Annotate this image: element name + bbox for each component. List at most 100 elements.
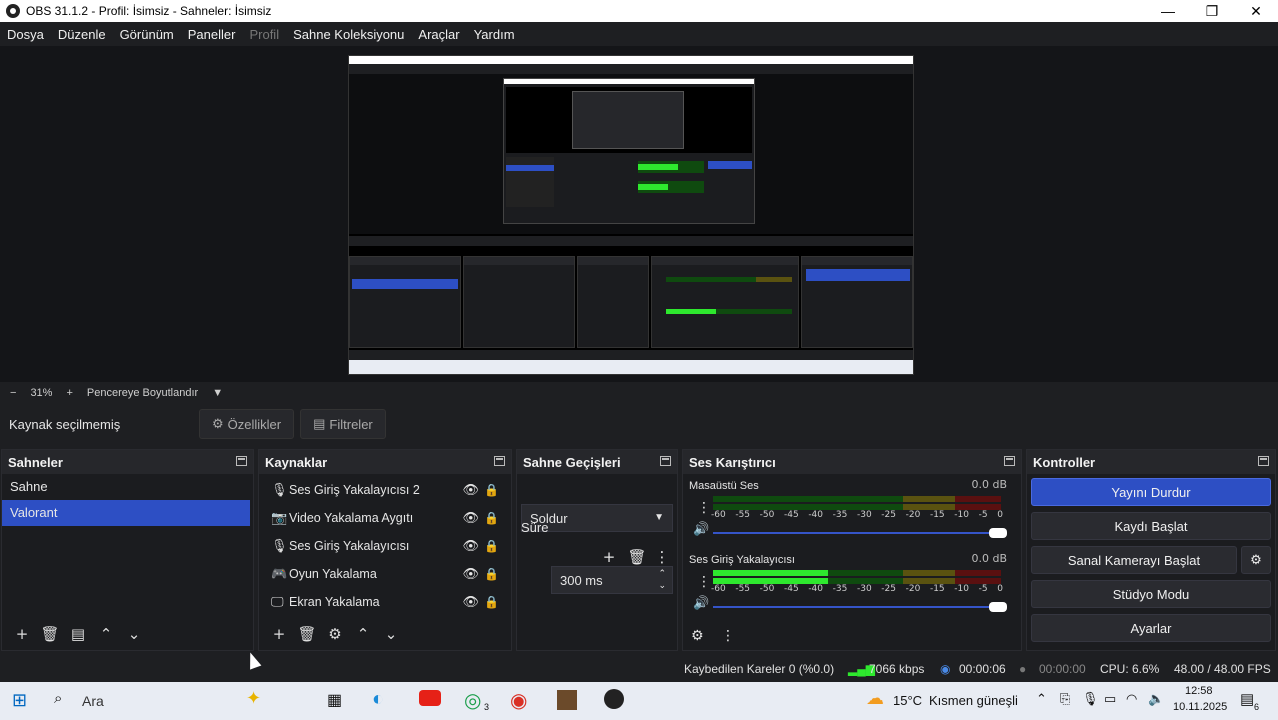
undock-icon[interactable] (660, 456, 671, 466)
windows-start-icon[interactable]: ⊞ (12, 690, 27, 711)
chrome-icon[interactable]: ◉ (510, 688, 527, 713)
source-item[interactable]: 🎙 Ses Giriş Yakalayıcısı 2 👁 🔒 (259, 476, 511, 504)
speaker-icon[interactable]: 🔊 (693, 522, 709, 537)
search-icon[interactable]: ⌕ (54, 690, 62, 707)
zoom-in-button[interactable]: + (66, 387, 72, 399)
move-up-icon[interactable]: ⌃ (349, 625, 377, 643)
source-item[interactable]: 🎙 Ses Giriş Yakalayıcısı 👁 🔒 (259, 532, 511, 560)
speaker-icon[interactable]: 🔊 (693, 596, 709, 611)
menu-profile[interactable]: Profil (249, 27, 279, 42)
edge-icon[interactable]: ◐ (372, 688, 384, 711)
move-up-icon[interactable]: ⌃ (92, 625, 120, 643)
add-transition-icon[interactable]: + (595, 548, 623, 566)
meter-tick-label: -25 (881, 584, 896, 594)
scene-item-sahne[interactable]: Sahne (2, 474, 253, 500)
filters-button[interactable]: ▤ Filtreler (300, 409, 386, 439)
menu-docks[interactable]: Paneller (188, 27, 236, 42)
gamepad-icon: 🎮 (271, 566, 288, 581)
move-down-icon[interactable]: ⌄ (377, 625, 405, 643)
volume-slider[interactable] (713, 528, 1007, 538)
weather-icon[interactable]: ☁ (866, 688, 884, 709)
stepper-down-icon[interactable]: ⌄ (658, 580, 666, 591)
zoom-out-button[interactable]: − (10, 387, 16, 399)
minimize-button[interactable]: — (1146, 3, 1190, 20)
restore-button[interactable]: ❐ (1190, 3, 1234, 20)
microphone-tray-icon[interactable]: 🎙 (1082, 691, 1099, 707)
meter-tick-label: -5 (978, 510, 988, 520)
stepper-up-icon[interactable]: ⌃ (658, 568, 666, 579)
notification-icon[interactable]: ▤ (1240, 690, 1254, 708)
studio-mode-button[interactable]: Stüdyo Modu (1031, 580, 1271, 608)
transition-menu-icon[interactable]: ⋮ (651, 548, 673, 566)
properties-button[interactable]: ⚙ Özellikler (199, 409, 295, 439)
undock-icon[interactable] (236, 456, 247, 466)
fps: 48.00 / 48.00 FPS (1174, 662, 1271, 676)
title-bar: OBS 31.1.2 - Profil: İsimsiz - Sahneler:… (0, 0, 1278, 22)
remove-source-icon[interactable]: 🗑 (293, 625, 321, 643)
start-record-button[interactable]: Kaydı Başlat (1031, 512, 1271, 540)
lock-icon[interactable]: 🔒 (484, 483, 499, 497)
lock-icon[interactable]: 🔒 (484, 567, 499, 581)
whatsapp-icon[interactable]: ◎ (464, 688, 481, 713)
clock-time[interactable]: 12:58 (1185, 685, 1213, 697)
lock-icon[interactable]: 🔒 (484, 595, 499, 609)
duration-stepper[interactable]: 300 ms ⌃ ⌄ (551, 566, 673, 594)
menu-view[interactable]: Görünüm (120, 27, 174, 42)
eye-icon[interactable]: 👁 (462, 482, 479, 498)
clock-date[interactable]: 10.11.2025 (1173, 701, 1227, 713)
menu-help[interactable]: Yardım (474, 27, 515, 42)
youtube-icon[interactable] (419, 690, 441, 706)
source-item[interactable]: 📷 Video Yakalama Aygıtı 👁 🔒 (259, 504, 511, 532)
menu-scene-collection[interactable]: Sahne Koleksiyonu (293, 27, 404, 42)
lock-icon[interactable]: 🔒 (484, 539, 499, 553)
mixer-menu-icon[interactable]: ⋮ (721, 628, 741, 644)
obs-logo-icon (6, 4, 20, 18)
minecraft-icon[interactable] (557, 690, 577, 710)
volume-tray-icon[interactable]: 🔈 (1148, 691, 1164, 707)
source-item[interactable]: 🖵 Ekran Yakalama 👁 🔒 (259, 588, 511, 616)
channel-menu-icon[interactable]: ⋮ (697, 500, 711, 516)
meter-tick-label: -30 (856, 584, 872, 594)
wifi-icon[interactable]: ◠ (1126, 691, 1137, 707)
menu-file[interactable]: Dosya (7, 27, 44, 42)
add-scene-icon[interactable]: + (8, 625, 36, 643)
volume-slider-knob[interactable] (989, 602, 1007, 612)
scene-filters-icon[interactable]: ▤ (64, 625, 92, 643)
obs-taskbar-icon[interactable] (604, 689, 624, 709)
zoom-mode[interactable]: Pencereye Boyutlandır (87, 387, 198, 399)
preview-canvas[interactable] (348, 55, 914, 375)
undock-icon[interactable] (1258, 456, 1269, 466)
copilot-sparkle-icon[interactable]: ✦ (246, 688, 261, 709)
eye-icon[interactable]: 👁 (462, 566, 479, 582)
tray-app-icon[interactable]: ⎘ (1060, 691, 1070, 707)
eye-icon[interactable]: 👁 (462, 510, 479, 526)
zoom-dropdown-icon[interactable]: ▼ (212, 387, 223, 399)
undock-icon[interactable] (494, 456, 505, 466)
settings-button[interactable]: Ayarlar (1031, 614, 1271, 642)
menu-tools[interactable]: Araçlar (418, 27, 459, 42)
task-view-icon[interactable]: ▦ (327, 690, 342, 710)
remove-scene-icon[interactable]: 🗑 (36, 625, 64, 643)
advanced-audio-icon[interactable]: ⚙ (691, 628, 721, 644)
close-button[interactable]: ✕ (1234, 3, 1278, 20)
menu-edit[interactable]: Düzenle (58, 27, 106, 42)
volume-slider-knob[interactable] (989, 528, 1007, 538)
source-properties-icon[interactable]: ⚙ (321, 625, 349, 643)
eye-icon[interactable]: 👁 (462, 594, 479, 610)
eye-icon[interactable]: 👁 (462, 538, 479, 554)
source-item[interactable]: 🎮 Oyun Yakalama 👁 🔒 (259, 560, 511, 588)
add-source-icon[interactable]: + (265, 625, 293, 643)
taskbar-search-text[interactable]: Ara (82, 693, 104, 709)
undock-icon[interactable] (1004, 456, 1015, 466)
remove-transition-icon[interactable]: 🗑 (623, 548, 651, 566)
channel-menu-icon[interactable]: ⋮ (697, 574, 711, 590)
volume-slider[interactable] (713, 602, 1007, 612)
stop-stream-button[interactable]: Yayını Durdur (1031, 478, 1271, 506)
scene-item-valorant[interactable]: Valorant (2, 500, 250, 526)
tray-chevron-up-icon[interactable]: ⌃ (1036, 691, 1047, 707)
battery-icon[interactable]: ▭ (1104, 691, 1116, 707)
start-virtualcam-button[interactable]: Sanal Kamerayı Başlat (1031, 546, 1237, 574)
virtualcam-settings-gear-icon[interactable]: ⚙ (1241, 546, 1271, 574)
lock-icon[interactable]: 🔒 (484, 511, 499, 525)
move-down-icon[interactable]: ⌄ (120, 625, 148, 643)
